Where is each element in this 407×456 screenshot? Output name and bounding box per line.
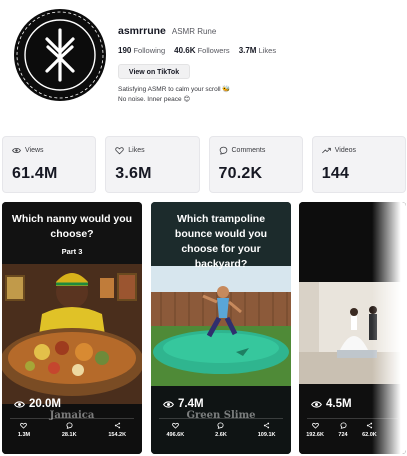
comment-count: 28.1K: [61, 432, 77, 438]
avatar[interactable]: [12, 7, 108, 103]
views-card-label: Views: [25, 147, 44, 154]
video-tile[interactable]: Which trampoline bounce would you choose…: [151, 202, 291, 454]
likes-label: Likes: [258, 46, 277, 55]
like-count: 192.6K: [306, 432, 324, 438]
share-icon: [114, 422, 120, 429]
share-count: 154.2K: [108, 432, 127, 438]
following-stat[interactable]: 190 Following: [118, 46, 165, 55]
bio-line-1: Satisfying ASMR to calm your scroll 🐝: [118, 86, 231, 93]
views-card-value: 61.4M: [12, 165, 58, 182]
video-caption-overlay: Green Slime: [186, 410, 256, 421]
share-count: 109.1K: [257, 432, 276, 438]
bio-line-2: No noise. Inner peace 😊: [118, 96, 191, 103]
nickname: ASMR Rune: [171, 27, 217, 36]
video-grid: Which nanny would you choose? Part 3 20.…: [2, 202, 407, 454]
views-card: Views 61.4M: [2, 136, 97, 193]
video-views: 7.4M: [163, 398, 204, 410]
video-actions: 1.3M 28.1K 154.2K: [2, 422, 142, 438]
comments-card-label: Comments: [231, 147, 266, 154]
heart-icon: [311, 422, 319, 429]
followers-count: 40.6K: [174, 46, 196, 55]
comment-icon: [66, 422, 73, 429]
video-views-count: 4.5M: [326, 398, 352, 410]
comment-icon: [217, 422, 225, 429]
heart-icon: [20, 422, 28, 429]
video-title: Which trampoline bounce would you choose…: [174, 213, 268, 270]
video-views-count: 7.4M: [178, 398, 204, 410]
share-icon: [264, 422, 270, 429]
divider: [159, 418, 283, 419]
scroll-fade: [372, 202, 406, 454]
comment-count: 2.6K: [215, 432, 227, 438]
comment-action[interactable]: 28.1K: [62, 422, 77, 438]
view-on-tiktok-button[interactable]: View on TikTok: [118, 64, 190, 79]
likes-card-label: Likes: [128, 147, 145, 154]
following-count: 190: [118, 46, 132, 55]
likes-count: 3.7M: [238, 46, 257, 55]
username[interactable]: asmrrune: [118, 25, 166, 37]
following-label: Following: [133, 46, 166, 55]
video-views: 20.0M: [14, 398, 61, 410]
like-action[interactable]: 496.6K: [166, 422, 184, 438]
name-row: asmrrune ASMR Rune: [118, 25, 401, 37]
like-action[interactable]: 1.3M: [18, 422, 30, 438]
stat-cards: Views 61.4M Likes 3.6M Comments 70.2K Vi…: [2, 136, 406, 193]
comment-icon: [219, 146, 227, 155]
video-subtitle: Part 3: [61, 247, 83, 256]
comments-card-value: 70.2K: [218, 165, 263, 182]
profile-stats: 190 Following 40.6K Followers 3.7M Likes: [118, 46, 401, 55]
video-caption-overlay: Jamaica: [49, 410, 95, 421]
video-title: Which nanny would you choose? Part 3: [2, 212, 142, 259]
heart-icon: [171, 422, 179, 429]
likes-card-value: 3.6M: [115, 165, 152, 182]
comment-count: 724: [338, 432, 348, 438]
videos-card-value: 144: [321, 165, 350, 182]
video-views: 4.5M: [311, 398, 352, 410]
comments-card: Comments 70.2K: [208, 136, 303, 193]
profile-info: asmrrune ASMR Rune 190 Following 40.6K F…: [118, 25, 401, 105]
comment-icon: [339, 422, 347, 429]
video-tile[interactable]: 4.5M 192.6K 724 62.0K: [299, 202, 406, 454]
likes-card: Likes 3.6M: [105, 136, 200, 193]
video-tile[interactable]: Which nanny would you choose? Part 3 20.…: [2, 202, 142, 454]
heart-icon: [115, 147, 124, 155]
like-count: 496.6K: [166, 432, 185, 438]
video-title-text: Which nanny would you choose?: [11, 213, 133, 240]
comment-action[interactable]: 2.6K: [215, 422, 227, 438]
like-count: 1.3M: [17, 432, 31, 438]
video-views-count: 20.0M: [29, 398, 61, 410]
eye-icon: [12, 147, 21, 154]
comment-action[interactable]: 724: [338, 422, 348, 438]
followers-label: Followers: [197, 46, 230, 55]
rune-logo: [12, 7, 108, 103]
eye-icon: [163, 400, 174, 408]
eye-icon: [14, 400, 25, 408]
video-actions: 496.6K 2.6K 109.1K: [151, 422, 291, 438]
followers-stat[interactable]: 40.6K Followers: [174, 46, 230, 55]
divider: [10, 418, 134, 419]
bio: Satisfying ASMR to calm your scroll 🐝 No…: [118, 85, 401, 105]
trend-icon: [321, 147, 331, 154]
eye-icon: [311, 400, 322, 408]
like-action[interactable]: 192.6K: [306, 422, 324, 438]
videos-card: Videos 144: [311, 136, 406, 193]
share-action[interactable]: 154.2K: [108, 422, 126, 438]
videos-card-label: Videos: [334, 147, 357, 154]
share-action[interactable]: 109.1K: [258, 422, 276, 438]
likes-stat: 3.7M Likes: [239, 46, 276, 55]
